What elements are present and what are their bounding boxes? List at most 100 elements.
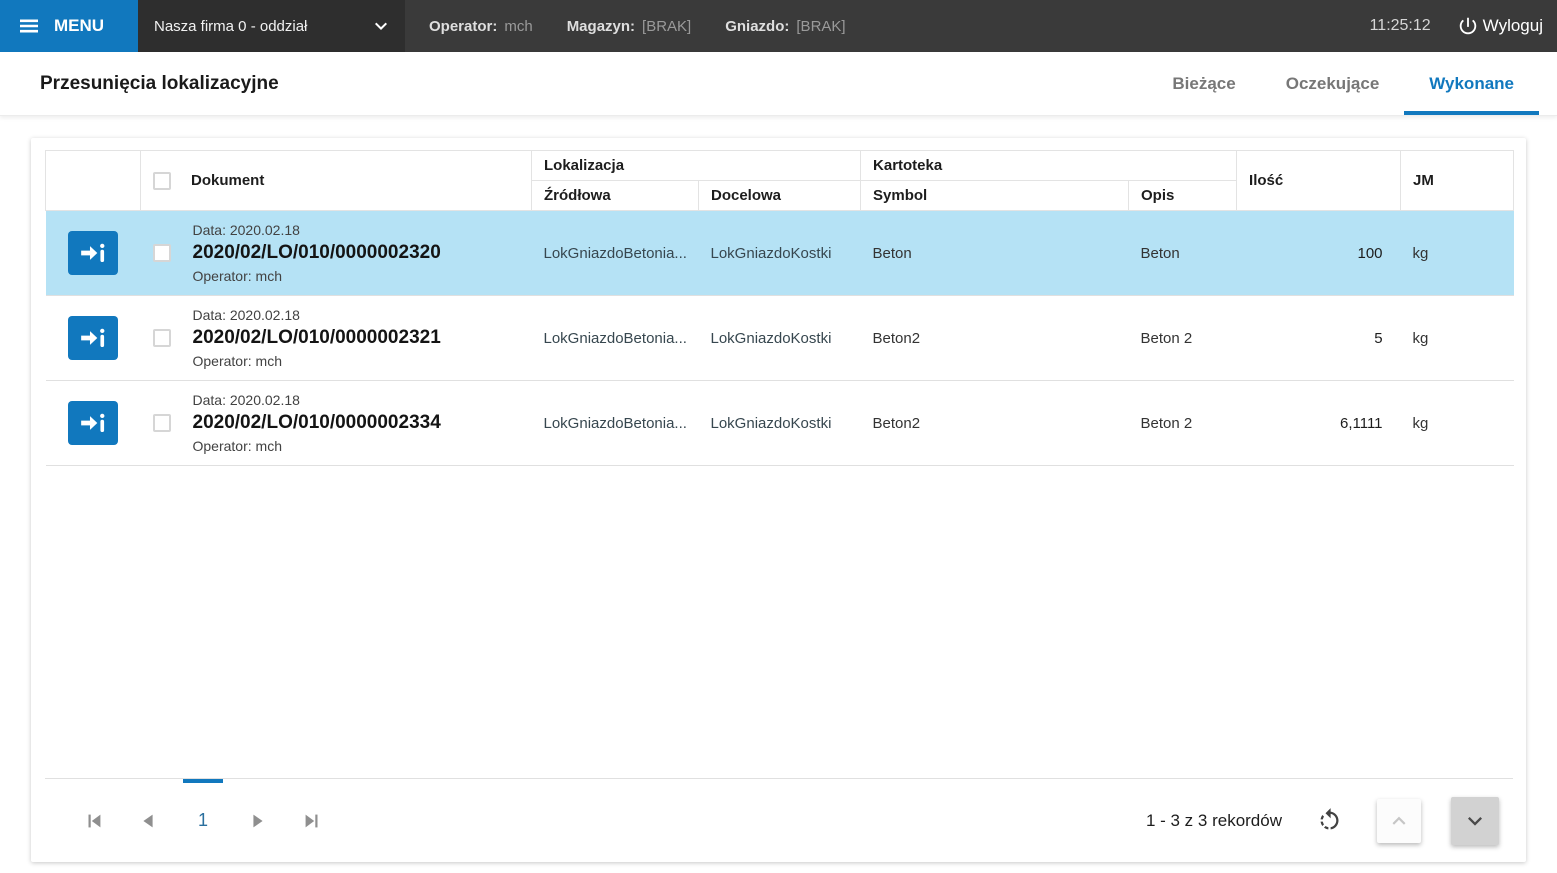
row-docelowa: LokGniazdoKostki bbox=[698, 295, 861, 381]
row-symbol: Beton2 bbox=[860, 380, 1129, 466]
session-info: Operator: mch Magazyn: [BRAK] Gniazdo: [… bbox=[405, 0, 846, 52]
pagination-bar: 1 1 - 3 z 3 rekordów bbox=[45, 778, 1513, 862]
row-icon-cell bbox=[45, 380, 141, 466]
row-ilosc: 6,1111 bbox=[1236, 380, 1401, 466]
table-row[interactable]: Data: 2020.02.18 2020/02/LO/010/00000023… bbox=[45, 380, 1514, 466]
row-checkbox[interactable] bbox=[152, 414, 171, 432]
table-row[interactable]: Data: 2020.02.18 2020/02/LO/010/00000023… bbox=[45, 210, 1514, 296]
row-date: Data: 2020.02.18 bbox=[192, 392, 300, 408]
previous-page-button[interactable] bbox=[129, 802, 167, 840]
transfer-info-icon bbox=[79, 240, 107, 266]
view-tabs: Bieżące Oczekujące Wykonane bbox=[1147, 52, 1557, 115]
row-zrodlowa: LokGniazdoBetonia... bbox=[531, 380, 699, 466]
row-operator: Operator: mch bbox=[192, 268, 282, 284]
ilosc-column-header: Ilość bbox=[1236, 150, 1402, 211]
tab-biezace[interactable]: Bieżące bbox=[1147, 52, 1260, 115]
dokument-header-label: Dokument bbox=[191, 172, 265, 189]
dokument-cell: Data: 2020.02.18 2020/02/LO/010/00000023… bbox=[140, 380, 532, 466]
document-info-button[interactable] bbox=[68, 401, 118, 445]
symbol-column-header: Symbol bbox=[860, 180, 1130, 211]
menu-button[interactable]: MENU bbox=[0, 0, 138, 52]
pager-nav: 1 bbox=[75, 779, 331, 862]
dokument-cell: Data: 2020.02.18 2020/02/LO/010/00000023… bbox=[140, 295, 532, 381]
chevron-down-icon bbox=[369, 14, 393, 38]
scroll-up-button[interactable] bbox=[1377, 798, 1421, 843]
documents-table: Dokument Lokalizacja Kartoteka Ilość JM … bbox=[45, 150, 1515, 466]
jm-column-header: JM bbox=[1400, 150, 1515, 211]
row-date: Data: 2020.02.18 bbox=[192, 307, 300, 323]
last-page-icon bbox=[301, 810, 323, 832]
row-checkbox[interactable] bbox=[152, 244, 171, 262]
page-title: Przesunięcia lokalizacyjne bbox=[40, 72, 279, 94]
row-docelowa: LokGniazdoKostki bbox=[698, 210, 861, 296]
magazyn-label: Magazyn: bbox=[566, 17, 636, 35]
operator-info: Operator: mch bbox=[429, 18, 533, 35]
row-ilosc: 100 bbox=[1236, 210, 1401, 296]
row-date: Data: 2020.02.18 bbox=[192, 222, 300, 238]
first-page-button[interactable] bbox=[75, 802, 113, 840]
row-symbol: Beton2 bbox=[860, 295, 1129, 381]
gniazdo-label: Gniazdo: bbox=[725, 17, 790, 35]
row-document-number: 2020/02/LO/010/0000002334 bbox=[192, 412, 441, 433]
pager-right: 1 - 3 z 3 rekordów bbox=[1145, 796, 1499, 845]
magazyn-value: [BRAK] bbox=[642, 17, 692, 35]
content-card: Dokument Lokalizacja Kartoteka Ilość JM … bbox=[31, 138, 1526, 862]
row-symbol: Beton bbox=[860, 210, 1129, 296]
zrodlowa-column-header: Źródłowa bbox=[531, 180, 699, 211]
gniazdo-info: Gniazdo: [BRAK] bbox=[725, 18, 845, 35]
transfer-info-icon bbox=[79, 325, 107, 351]
operator-label: Operator: bbox=[429, 17, 498, 35]
company-select-value: Nasza firma 0 - oddział bbox=[154, 17, 308, 35]
scroll-down-button[interactable] bbox=[1451, 796, 1499, 845]
row-jm: kg bbox=[1400, 210, 1514, 296]
kartoteka-group-header: Kartoteka bbox=[860, 150, 1238, 181]
magazyn-info: Magazyn: [BRAK] bbox=[567, 18, 692, 35]
table-header: Dokument Lokalizacja Kartoteka Ilość JM … bbox=[45, 150, 1515, 211]
company-select[interactable]: Nasza firma 0 - oddział bbox=[138, 0, 405, 52]
refresh-button[interactable] bbox=[1312, 803, 1347, 838]
menu-label: MENU bbox=[54, 16, 105, 35]
row-checkbox[interactable] bbox=[152, 329, 171, 347]
top-bar: MENU Nasza firma 0 - oddział Operator: m… bbox=[0, 0, 1557, 52]
row-opis: Beton 2 bbox=[1128, 295, 1237, 381]
row-ilosc: 5 bbox=[1236, 295, 1401, 381]
dokument-cell: Data: 2020.02.18 2020/02/LO/010/00000023… bbox=[140, 210, 532, 296]
chevron-down-icon bbox=[1461, 807, 1489, 835]
row-icon-cell bbox=[45, 210, 141, 296]
hamburger-menu-icon bbox=[17, 14, 41, 38]
docelowa-column-header: Docelowa bbox=[697, 180, 862, 211]
document-info-button[interactable] bbox=[68, 231, 118, 275]
topbar-right: 11:25:12 Wyloguj bbox=[1370, 0, 1557, 52]
page-header: Przesunięcia lokalizacyjne Bieżące Oczek… bbox=[0, 52, 1557, 116]
clock: 11:25:12 bbox=[1369, 17, 1431, 34]
lokalizacja-group-header: Lokalizacja bbox=[530, 150, 862, 181]
row-icon-cell bbox=[45, 295, 141, 381]
select-all-checkbox[interactable] bbox=[153, 171, 171, 190]
document-info-button[interactable] bbox=[68, 316, 118, 360]
previous-page-icon bbox=[137, 810, 159, 832]
tab-wykonane[interactable]: Wykonane bbox=[1404, 52, 1539, 115]
row-opis: Beton bbox=[1128, 210, 1237, 296]
logout-button[interactable]: Wyloguj bbox=[1457, 15, 1543, 37]
empty-area bbox=[45, 466, 1513, 778]
operator-value: mch bbox=[504, 17, 533, 35]
records-count: 1 - 3 z 3 rekordów bbox=[1145, 810, 1282, 830]
table-row[interactable]: Data: 2020.02.18 2020/02/LO/010/00000023… bbox=[45, 295, 1514, 381]
page-number-current[interactable]: 1 bbox=[183, 779, 224, 862]
next-page-icon bbox=[247, 810, 269, 832]
last-page-button[interactable] bbox=[293, 802, 331, 840]
gniazdo-value: [BRAK] bbox=[796, 17, 846, 35]
chevron-up-icon bbox=[1386, 808, 1412, 834]
row-zrodlowa: LokGniazdoBetonia... bbox=[531, 295, 699, 381]
next-page-button[interactable] bbox=[239, 802, 277, 840]
tab-oczekujace[interactable]: Oczekujące bbox=[1261, 52, 1405, 115]
first-page-icon bbox=[83, 810, 105, 832]
transfer-info-icon bbox=[79, 410, 107, 436]
app-root: MENU Nasza firma 0 - oddział Operator: m… bbox=[0, 0, 1557, 862]
row-jm: kg bbox=[1400, 295, 1514, 381]
row-document-number: 2020/02/LO/010/0000002320 bbox=[192, 242, 441, 263]
row-opis: Beton 2 bbox=[1128, 380, 1237, 466]
logout-label: Wyloguj bbox=[1482, 16, 1543, 35]
row-document-number: 2020/02/LO/010/0000002321 bbox=[192, 327, 441, 348]
row-docelowa: LokGniazdoKostki bbox=[698, 380, 861, 466]
